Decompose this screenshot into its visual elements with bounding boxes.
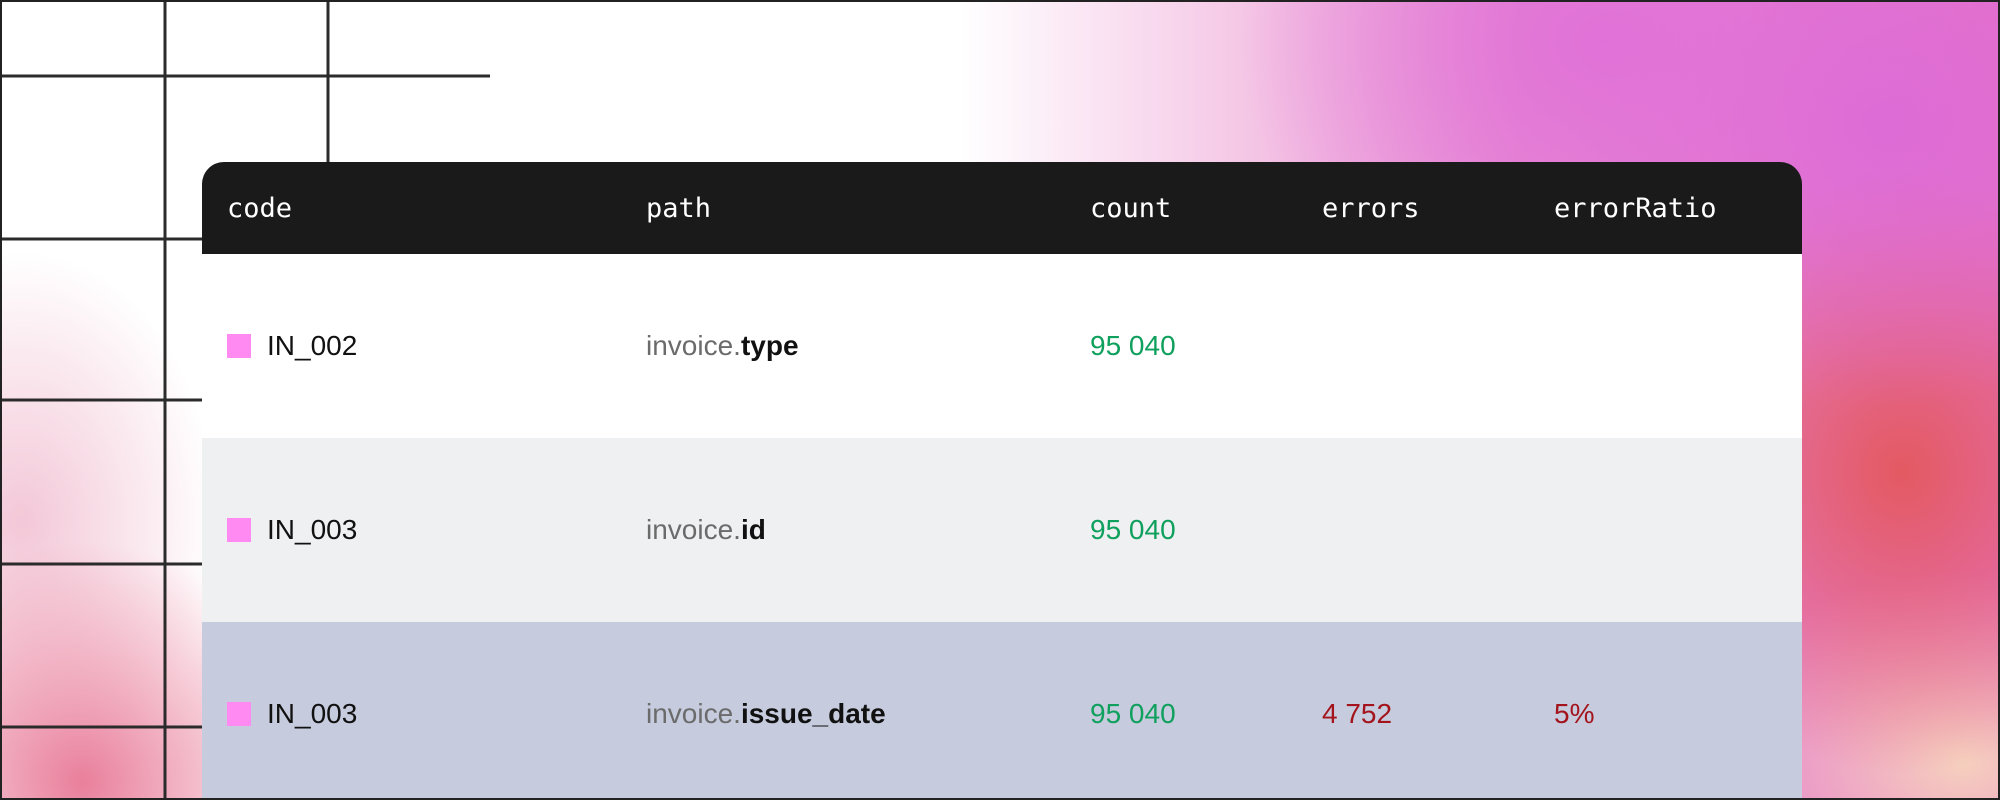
cell-count: 95 040 — [1090, 698, 1176, 729]
table-header: code path count errors errorRatio — [202, 162, 1802, 254]
column-header-path[interactable]: path — [646, 193, 1090, 224]
code-color-swatch — [227, 334, 251, 358]
path-prefix: invoice. — [646, 514, 741, 545]
path-key: id — [740, 514, 766, 545]
table-row[interactable]: IN_003 invoice.issue_date 95 040 4 752 5… — [202, 622, 1802, 798]
code-text: IN_002 — [267, 330, 358, 361]
canvas-frame: code path count errors errorRatio IN_002… — [0, 0, 2000, 800]
cell-count: 95 040 — [1090, 330, 1176, 361]
cell-path: invoice.id — [646, 514, 1090, 546]
table-row[interactable]: IN_003 invoice.id 95 040 — [202, 438, 1802, 622]
code-color-swatch — [227, 702, 251, 726]
cell-code: IN_003 — [202, 514, 646, 546]
code-text: IN_003 — [267, 698, 358, 729]
data-table: code path count errors errorRatio IN_002… — [202, 162, 1802, 798]
code-text: IN_003 — [267, 514, 358, 545]
cell-count: 95 040 — [1090, 514, 1176, 545]
cell-path: invoice.type — [646, 330, 1090, 362]
path-key: issue_date — [740, 698, 886, 729]
code-color-swatch — [227, 518, 251, 542]
column-header-errors[interactable]: errors — [1322, 193, 1554, 224]
cell-path: invoice.issue_date — [646, 698, 1090, 730]
cell-code: IN_002 — [202, 330, 646, 362]
cell-code: IN_003 — [202, 698, 646, 730]
column-header-code[interactable]: code — [202, 193, 646, 224]
path-prefix: invoice. — [646, 330, 741, 361]
path-prefix: invoice. — [646, 698, 741, 729]
path-key: type — [740, 330, 799, 361]
cell-error-ratio: 5% — [1554, 698, 1595, 729]
column-header-count[interactable]: count — [1090, 193, 1322, 224]
column-header-error-ratio[interactable]: errorRatio — [1554, 193, 1802, 224]
cell-errors: 4 752 — [1322, 698, 1393, 729]
table-row[interactable]: IN_002 invoice.type 95 040 — [202, 254, 1802, 438]
